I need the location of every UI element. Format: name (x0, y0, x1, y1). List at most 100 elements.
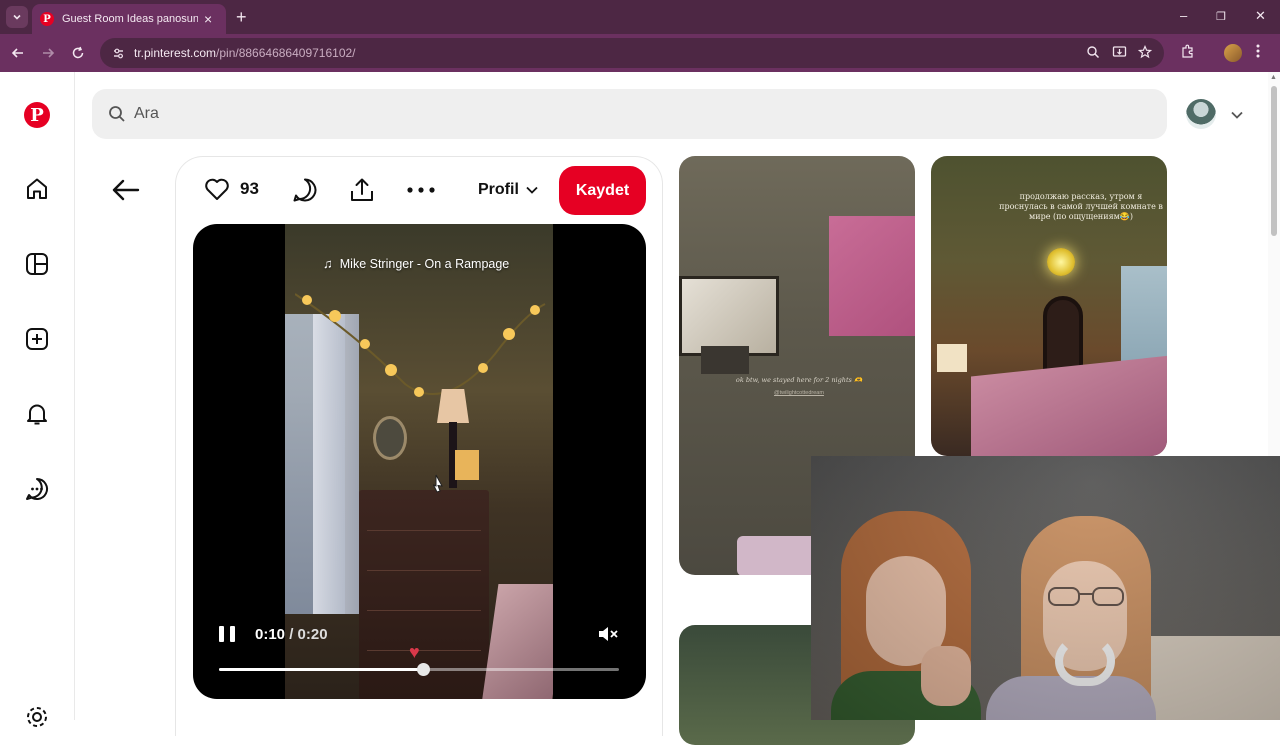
related-pin-caption: ok btw, we stayed here for 2 nights 🫶 (735, 376, 863, 384)
pin-lantern (1047, 248, 1075, 276)
video-mirror (373, 416, 407, 460)
share-button[interactable] (349, 177, 375, 203)
webcam-vignette (811, 456, 1280, 720)
page-scrollbar[interactable]: ▲ (1268, 72, 1280, 456)
webcam-overlay (811, 456, 1280, 720)
browser-toolbar: tr.pinterest.com/pin/886646864097161​02/ (0, 34, 1280, 72)
chevron-down-icon (13, 14, 21, 20)
pin-action-bar: 93 Profil Kaydet (176, 157, 664, 225)
drawer-line (367, 530, 481, 531)
user-avatar[interactable] (1186, 99, 1216, 129)
zoom-icon[interactable] (1086, 45, 1100, 62)
url-path: /pin/886646864097161​02/ (216, 46, 356, 60)
video-fairy-lights (295, 293, 546, 406)
board-profile-dropdown[interactable]: Profil (478, 181, 539, 199)
site-info-icon[interactable] (110, 45, 126, 61)
related-pin-handle: @twilightcottedream (774, 390, 824, 396)
minimize-button[interactable]: – (1180, 8, 1187, 23)
notifications-bell-icon[interactable] (24, 401, 50, 427)
music-note-icon: ♫ (323, 256, 333, 271)
scroll-up-arrow-icon[interactable]: ▲ (1270, 74, 1277, 81)
create-icon[interactable] (24, 326, 50, 352)
drawer-line (367, 650, 481, 651)
extensions-icon[interactable] (1180, 44, 1195, 63)
tab-close-icon[interactable]: × (204, 12, 212, 26)
video-progress-fill (219, 668, 423, 671)
scroll-thumb[interactable] (1271, 86, 1277, 236)
drawer-line (367, 610, 481, 611)
video-progress-bar[interactable] (219, 663, 619, 676)
browser-profile-avatar[interactable] (1224, 44, 1242, 62)
like-button[interactable]: 93 (204, 177, 259, 201)
browser-tab-active[interactable]: P Guest Room Ideas panosundaki × (32, 4, 226, 34)
share-upload-icon (351, 178, 373, 201)
pinterest-favicon-icon: P (40, 12, 54, 26)
explore-icon[interactable] (24, 251, 50, 277)
left-navigation: P (0, 72, 75, 727)
drawer-line (367, 570, 481, 571)
related-pin-2[interactable]: продолжаю рассказ, утром я проснулась в … (931, 156, 1167, 456)
pin-video-player[interactable]: ♫ Mike Stringer - On a Rampage ♥ 0:10 / … (193, 224, 646, 699)
more-options-button[interactable] (407, 187, 435, 193)
pause-bar (219, 626, 224, 642)
address-bar[interactable]: tr.pinterest.com/pin/886646864097161​02/ (100, 38, 1164, 68)
pin-framed-art (679, 276, 779, 356)
pin-closeup-card: 93 Profil Kaydet ♫ Mike Stringer - On a … (175, 156, 663, 736)
floating-heart-icon: ♥ (409, 642, 420, 662)
reload-button[interactable] (68, 43, 88, 63)
video-progress-handle[interactable] (417, 663, 430, 676)
new-tab-button[interactable]: + (236, 8, 247, 26)
url-text: tr.pinterest.com/pin/886646864097161​02/ (134, 46, 356, 60)
tab-search-button[interactable] (6, 6, 28, 28)
time-separator: / (285, 626, 298, 643)
video-timecode: 0:10 / 0:20 (255, 626, 328, 643)
messages-icon[interactable] (24, 476, 50, 502)
video-lamp (437, 389, 469, 423)
forward-nav-button[interactable] (38, 43, 58, 63)
comment-button[interactable] (292, 177, 318, 203)
pin-poster-image (829, 216, 915, 336)
search-bar[interactable] (92, 89, 1167, 139)
home-icon[interactable] (24, 176, 50, 202)
music-title: Mike Stringer - On a Rampage (339, 256, 510, 271)
pause-bar (230, 626, 235, 642)
save-button[interactable]: Kaydet (559, 166, 646, 215)
search-input[interactable] (134, 105, 1034, 123)
url-host: tr.pinterest.com (134, 46, 217, 60)
install-app-icon[interactable] (1112, 45, 1127, 62)
heart-icon (205, 178, 229, 200)
time-total: 0:20 (297, 626, 328, 643)
pin-lamp (937, 344, 967, 372)
search-icon (109, 106, 125, 122)
video-bed (481, 584, 553, 699)
comment-icon (293, 178, 317, 202)
mouse-cursor-icon (433, 474, 443, 493)
arrow-right-icon (43, 48, 55, 58)
back-nav-button[interactable] (8, 43, 28, 63)
pin-photo (701, 346, 749, 374)
profile-dropdown-label: Profil (478, 181, 519, 198)
accounts-chevron-down-icon[interactable] (1230, 108, 1244, 122)
pinterest-logo-icon[interactable]: P (24, 102, 50, 128)
more-dots-icon (407, 187, 435, 193)
settings-gear-icon[interactable] (24, 704, 50, 730)
browser-menu-icon[interactable] (1256, 44, 1260, 61)
like-count: 93 (240, 179, 259, 198)
maximize-button[interactable]: ❐ (1216, 10, 1226, 23)
browser-tab-strip: P Guest Room Ideas panosundaki × + – ❐ ✕ (0, 0, 1280, 34)
related-pin-overlay-text: продолжаю рассказ, утром я проснулась в … (999, 192, 1163, 221)
music-attribution[interactable]: ♫ Mike Stringer - On a Rampage (323, 256, 509, 271)
bookmark-star-icon[interactable] (1137, 44, 1153, 62)
video-gift-box (455, 450, 479, 480)
arrow-left-icon (11, 48, 23, 58)
reload-icon (72, 46, 84, 59)
pause-button[interactable] (219, 626, 235, 644)
time-current: 0:10 (255, 626, 286, 643)
pin-pillow (737, 536, 817, 575)
close-window-button[interactable]: ✕ (1255, 8, 1266, 24)
muted-speaker-icon[interactable] (597, 624, 619, 644)
back-arrow-icon[interactable] (112, 178, 140, 202)
pin-bed (971, 355, 1167, 456)
tab-title: Guest Room Ideas panosundaki (62, 13, 198, 25)
chevron-down-icon (526, 186, 538, 194)
